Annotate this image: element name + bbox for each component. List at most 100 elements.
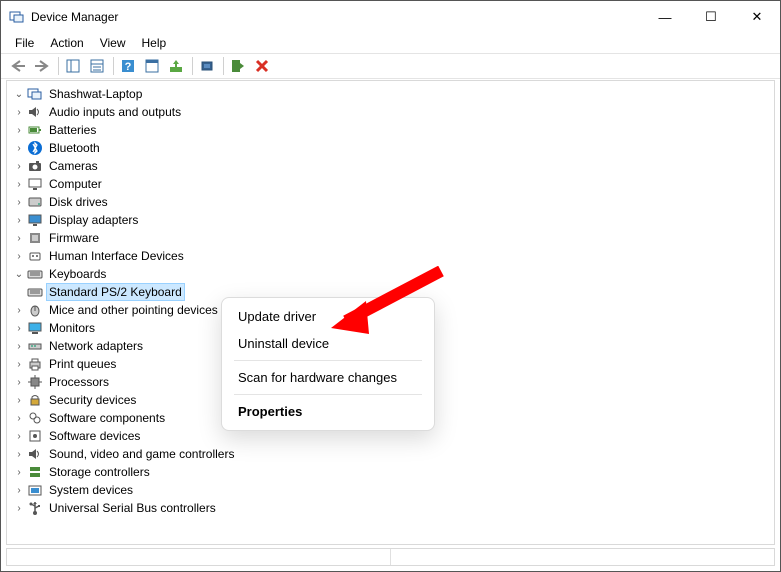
swcomp-icon [27,410,43,426]
monitor-icon [27,320,43,336]
tree-item[interactable]: ›Firmware [13,229,774,247]
close-button[interactable]: ✕ [734,1,780,33]
update-driver-button[interactable] [165,55,187,77]
expand-icon[interactable]: › [13,106,25,118]
expand-icon[interactable]: › [13,376,25,388]
menu-help[interactable]: Help [134,35,175,51]
expand-icon[interactable]: › [13,178,25,190]
computer-icon [27,86,43,102]
expand-icon[interactable]: › [13,340,25,352]
menubar: File Action View Help [1,33,780,53]
tree-item[interactable]: ⌄ Keyboards [13,265,774,283]
enable-device-button[interactable] [227,55,249,77]
expand-icon[interactable]: › [13,502,25,514]
tree-item-label: Sound, video and game controllers [47,446,236,462]
expand-icon[interactable]: › [13,160,25,172]
statusbar-pane-2 [391,549,774,565]
expand-icon[interactable]: › [13,196,25,208]
expand-icon[interactable]: › [13,214,25,226]
expand-icon[interactable]: › [13,250,25,262]
printer-icon [27,356,43,372]
svg-text:?: ? [125,61,132,73]
tree-item-label: Network adapters [47,338,145,354]
statusbar-pane-1 [7,549,391,565]
expand-icon[interactable]: › [13,394,25,406]
back-button[interactable] [7,55,29,77]
tree-item[interactable]: ›Audio inputs and outputs [13,103,774,121]
context-menu-item[interactable]: Properties [224,398,432,425]
disk-icon [27,194,43,210]
tree-item[interactable]: › Batteries [13,121,774,139]
expand-icon[interactable]: › [13,484,25,496]
tree-item-label: Human Interface Devices [47,248,186,264]
context-menu-item[interactable]: Update driver [224,303,432,330]
expand-icon[interactable]: › [13,466,25,478]
expand-icon[interactable]: › [13,322,25,334]
collapse-icon[interactable]: ⌄ [13,88,25,100]
context-menu-item[interactable]: Uninstall device [224,330,432,357]
menu-view[interactable]: View [92,35,134,51]
tree-item[interactable]: › Universal Serial Bus controllers [13,499,774,517]
tree-item-label: Batteries [47,122,98,138]
expand-icon[interactable]: › [13,124,25,136]
window-title: Device Manager [31,10,118,24]
context-menu: Update driverUninstall device Scan for ha… [221,297,435,431]
hid-icon [27,248,43,264]
tree-item-label: Print queues [47,356,118,372]
expand-icon[interactable]: › [13,448,25,460]
tree-item-label: Storage controllers [47,464,152,480]
bluetooth-icon [27,140,43,156]
camera-icon [27,158,43,174]
expand-icon[interactable]: › [13,430,25,442]
speaker-icon [27,446,43,462]
tree-item[interactable]: › Sound, video and game controllers [13,445,774,463]
tree-item[interactable]: ›Display adapters [13,211,774,229]
usb-icon [27,500,43,516]
tree-item[interactable]: › Human Interface Devices [13,247,774,265]
show-hide-tree-button[interactable] [62,55,84,77]
help-button[interactable]: ? [117,55,139,77]
tree-item-label: System devices [47,482,135,498]
expand-icon[interactable]: › [13,304,25,316]
storage-icon [27,464,43,480]
display-icon [27,212,43,228]
tree-item[interactable]: › Disk drives [13,193,774,211]
titlebar: Device Manager — ☐ ✕ [1,1,780,33]
device-manager-icon [9,9,25,25]
security-icon [27,392,43,408]
tree-item[interactable]: ›Cameras [13,157,774,175]
menu-file[interactable]: File [7,35,42,51]
tree-item-label: Disk drives [47,194,110,210]
properties-button[interactable] [86,55,108,77]
firmware-icon [27,230,43,246]
tree-item-label: Universal Serial Bus controllers [47,500,218,516]
uninstall-device-button[interactable] [251,55,273,77]
context-menu-item[interactable]: Scan for hardware changes [224,364,432,391]
swdev-icon [27,428,43,444]
expand-icon[interactable]: › [13,358,25,370]
battery-icon [27,122,43,138]
tree-item[interactable]: ›Bluetooth [13,139,774,157]
scan-hardware-button[interactable] [196,55,218,77]
tree-root-label: Shashwat-Laptop [47,86,144,102]
tree-item-label: Mice and other pointing devices [47,302,220,318]
maximize-button[interactable]: ☐ [688,1,734,33]
tree-root[interactable]: ⌄ Shashwat-Laptop [13,85,774,103]
keyboard-icon [27,266,43,282]
tree-item-label: Keyboards [47,266,108,282]
expand-icon[interactable]: › [13,142,25,154]
forward-button[interactable] [31,55,53,77]
menu-action[interactable]: Action [42,35,91,51]
collapse-icon[interactable]: ⌄ [13,268,25,280]
action-button[interactable] [141,55,163,77]
tree-item[interactable]: › Storage controllers [13,463,774,481]
expand-icon[interactable]: › [13,412,25,424]
tree-item[interactable]: › Computer [13,175,774,193]
tree-item-label: Monitors [47,320,97,336]
cpu-icon [27,374,43,390]
expand-icon[interactable]: › [13,232,25,244]
tree-item-label: Computer [47,176,104,192]
tree-item[interactable]: › System devices [13,481,774,499]
minimize-button[interactable]: — [642,1,688,33]
context-menu-separator [234,394,422,395]
